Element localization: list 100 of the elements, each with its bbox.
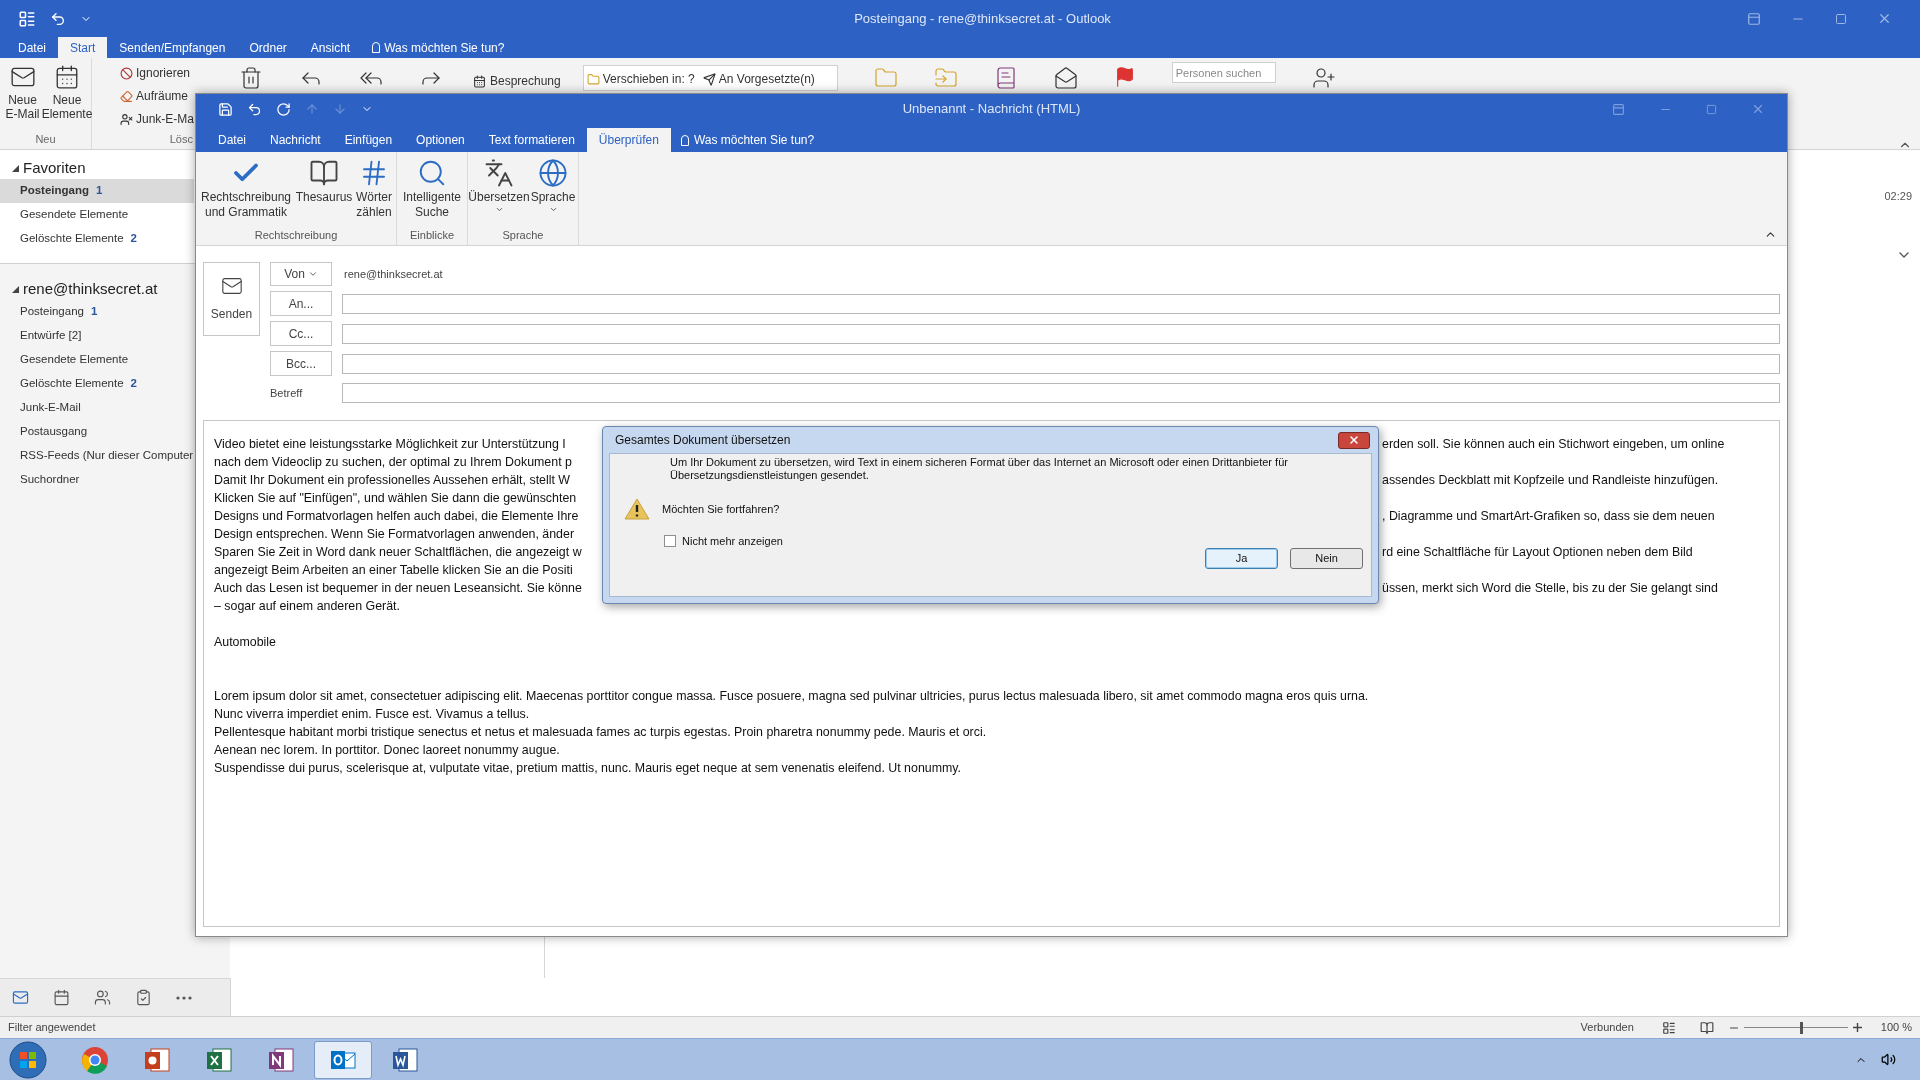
maximize-icon[interactable] <box>1835 12 1847 25</box>
more-icon <box>176 995 192 1000</box>
chrome-icon <box>81 1045 109 1074</box>
folder-item[interactable]: Posteingang 1 <box>0 179 194 203</box>
folder-item[interactable]: RSS-Feeds (Nur dieser Computer <box>0 444 194 468</box>
junk-button[interactable]: Junk-E-Ma <box>120 110 195 128</box>
save-icon[interactable] <box>218 101 233 117</box>
normal-view-icon[interactable] <box>1661 1020 1676 1035</box>
from-button[interactable]: Von <box>270 262 332 286</box>
nav-button[interactable] <box>135 989 152 1006</box>
undo-icon[interactable] <box>50 10 66 27</box>
ribbon-button[interactable]: Intelligente Suche <box>399 156 465 220</box>
folder-item[interactable]: Entwürfe [2] <box>0 324 194 348</box>
ribbon-tab[interactable]: Ordner <box>237 37 299 58</box>
body-text-line: Auch das Lesen ist bequemer in der neuen Leseansicht. Sie könne <box>214 580 582 597</box>
ribbon-button[interactable]: Sprache <box>530 156 576 214</box>
body-text-line: Suspendisse dui purus, scelerisque at, vulputate vitae, pretium mattis, nunc. Mauris eget neque at sem venenatis eleifend. Ut nonummy. <box>214 761 962 775</box>
close-button[interactable] <box>1338 431 1370 449</box>
recipient-field[interactable] <box>342 353 1780 374</box>
zoom-slider[interactable] <box>1743 1021 1848 1034</box>
folder-group-title[interactable]: Favoriten <box>23 156 86 180</box>
tell-me-field[interactable]: Was möchten Sie tun? <box>384 38 505 57</box>
zoom-thumb[interactable] <box>1800 1021 1803 1034</box>
ribbon-tab[interactable]: Überprüfen <box>586 128 671 152</box>
nav-button[interactable] <box>12 989 29 1006</box>
folder-group-title[interactable]: rene@thinksecret.at <box>23 277 158 301</box>
warning-icon <box>624 498 650 520</box>
ribbon-tab[interactable]: Einfügen <box>332 128 405 152</box>
ribbon-tab[interactable]: Nachricht <box>258 128 333 152</box>
ribbon-button[interactable]: Wörter zählen <box>354 156 394 220</box>
zoom-in-icon[interactable] <box>1851 1022 1863 1033</box>
recipient-field[interactable] <box>342 293 1780 314</box>
checkbox-label[interactable]: Nicht mehr anzeigen <box>682 533 783 550</box>
cleanup-button[interactable]: Aufräume <box>120 87 195 105</box>
checkbox[interactable] <box>664 535 676 548</box>
start-button[interactable] <box>8 1039 48 1080</box>
ribbon-button[interactable]: Rechtschreibung und Grammatik <box>198 156 294 220</box>
nav-button[interactable] <box>53 989 70 1006</box>
recipient-button[interactable]: An... <box>270 291 332 316</box>
ribbon-tab[interactable]: Start <box>58 37 108 58</box>
folder-item[interactable]: Gelöschte Elemente 2 <box>0 372 194 396</box>
recipient-button[interactable]: Bcc... <box>270 351 332 376</box>
taskbar-app-button[interactable] <box>314 1040 372 1079</box>
globe-icon <box>538 158 568 188</box>
message-time: 02:29 <box>1884 189 1912 204</box>
send-button[interactable]: Senden <box>203 262 260 336</box>
meeting-button[interactable]: Besprechung <box>473 72 561 90</box>
subject-label: Betreff <box>270 385 304 401</box>
ribbon-tab[interactable]: Ansicht <box>298 37 363 58</box>
body-heading: Automobile <box>214 635 276 649</box>
delete-icon[interactable] <box>239 66 263 90</box>
recipient-button[interactable]: Cc... <box>270 321 332 346</box>
spreadsheet-app-icon <box>205 1045 233 1074</box>
nav-button[interactable] <box>176 995 192 1000</box>
nav-button[interactable] <box>94 989 111 1006</box>
ribbon-tab[interactable]: Text formatieren <box>476 128 587 152</box>
ribbon-tab[interactable]: Optionen <box>404 128 477 152</box>
quick-step[interactable]: An Vorgesetzte(n) <box>702 70 815 88</box>
body-text-line: rd eine Schaltfläche für Layout Optionen neben dem Bild <box>1382 544 1693 561</box>
dialog-button[interactable]: Nein <box>1290 547 1363 569</box>
body-text-line: Aenean nec lorem. In porttitor. Donec laoreet nonummy augue. <box>214 743 560 757</box>
meeting-icon <box>473 74 486 88</box>
reading-view-icon[interactable] <box>1699 1020 1714 1035</box>
subject-field[interactable] <box>342 383 1780 403</box>
folder-item[interactable]: Junk-E-Mail <box>0 396 194 420</box>
ribbon-tab[interactable]: Datei <box>206 128 258 152</box>
ignore-button[interactable]: Ignorieren <box>120 64 195 82</box>
folder-item[interactable]: Posteingang 1 <box>0 300 194 324</box>
ribbon-tab[interactable]: Senden/Empfangen <box>107 37 238 58</box>
recipient-field[interactable] <box>342 323 1780 344</box>
open-envelope-icon[interactable] <box>1053 66 1078 90</box>
quick-step[interactable]: Verschieben in: ? <box>586 70 695 88</box>
ribbon-tab[interactable]: Datei <box>6 37 58 58</box>
tell-me-field[interactable]: Was möchten Sie tun? <box>693 131 815 149</box>
folder-item[interactable]: Postausgang <box>0 420 194 444</box>
folder-item[interactable]: Gelöschte Elemente 2 <box>0 227 194 251</box>
from-address: rene@thinksecret.at <box>344 266 443 282</box>
close-icon[interactable] <box>1877 11 1892 26</box>
window-title: Posteingang - rene@thinksecret.at - Outlook <box>854 9 1111 28</box>
people-search-field[interactable]: Personen suchen <box>1171 62 1276 83</box>
folder-item[interactable]: Gesendete Elemente <box>0 348 194 372</box>
message-body[interactable] <box>203 420 1780 927</box>
folder-icon <box>586 72 600 86</box>
dialog-button[interactable]: Ja <box>1205 547 1278 569</box>
group-label: Sprache <box>502 228 544 243</box>
book-icon <box>309 158 339 188</box>
ribbon-button[interactable]: Übersetzen <box>470 156 528 214</box>
volume-icon[interactable] <box>1881 1052 1896 1067</box>
body-text-line: angezeigt Beim Arbeiten an einer Tabelle klicken Sie an die Positi <box>214 562 573 579</box>
redo-icon[interactable] <box>276 101 291 117</box>
zoom-level[interactable]: 100 % <box>1880 1019 1912 1036</box>
expand-triangle-icon[interactable] <box>12 164 19 172</box>
folder-item[interactable]: Gesendete Elemente <box>0 203 194 227</box>
ban-icon <box>120 66 133 80</box>
new-email-button[interactable]: Neue E-Mail <box>2 64 43 131</box>
undo-icon[interactable] <box>247 101 262 117</box>
group-label: Einblicke <box>410 228 454 243</box>
expand-triangle-icon[interactable] <box>12 285 19 293</box>
ribbon-button[interactable]: Thesaurus <box>296 156 352 205</box>
folder-item[interactable]: Suchordner <box>0 468 194 492</box>
